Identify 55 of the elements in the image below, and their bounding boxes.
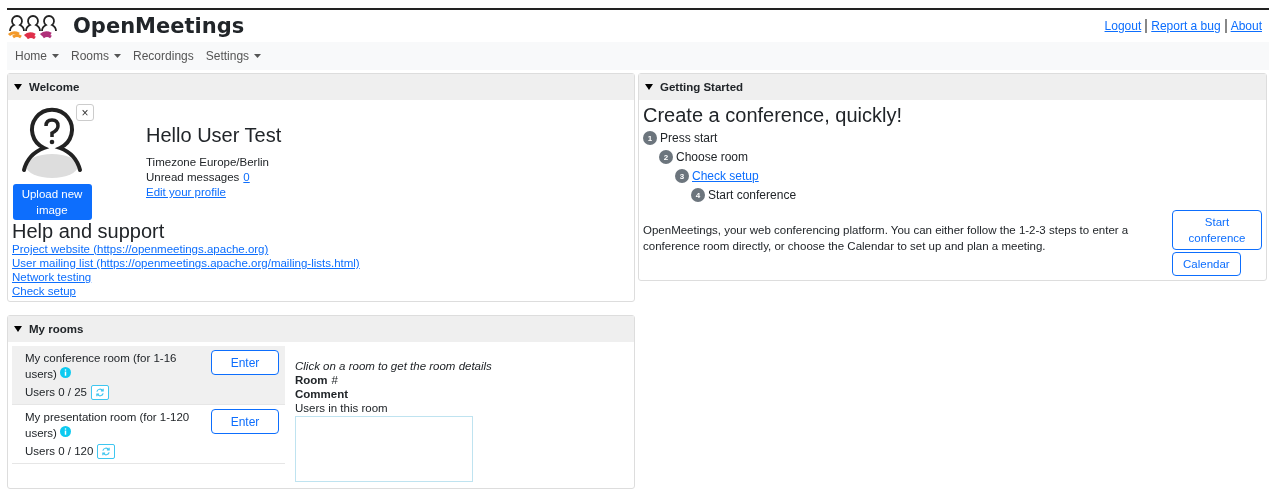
header-link[interactable]: Report a bug	[1151, 19, 1221, 33]
close-button[interactable]: ×	[76, 104, 94, 121]
menu-item[interactable]: Home	[15, 49, 59, 63]
description: OpenMeetings, your web conferencing platform. You can either follow the 1-2-3 steps to enter a conference room directly, or choose the Calendar to set up and plan a meeting.	[643, 223, 1130, 254]
step-number: 3	[675, 169, 689, 183]
step-label: Choose room	[676, 150, 749, 164]
heading: Create a conference, quickly!	[643, 104, 904, 127]
step-label: Start conference	[708, 188, 797, 202]
edit-profile-link[interactable]: Edit your profile	[146, 186, 226, 198]
unread-count[interactable]: 0	[243, 171, 250, 183]
enter-button[interactable]: Enter	[211, 409, 279, 434]
action-button[interactable]: Calendar	[1172, 252, 1241, 276]
refresh-icon	[95, 387, 105, 397]
room-name: My presentation room (for 1-120 users)	[25, 410, 191, 441]
help-heading: Help and support	[12, 220, 166, 243]
unread-label: Unread messages	[146, 171, 240, 183]
action-button[interactable]: Start conference	[1172, 210, 1262, 250]
timezone-text: Timezone Europe/Berlin	[146, 156, 270, 168]
menu-item[interactable]: Settings	[205, 49, 262, 63]
panel-title: My rooms	[29, 323, 84, 335]
room-name: My conference room (for 1-16 users)	[25, 351, 178, 382]
room-label: Room	[295, 374, 328, 386]
help-link[interactable]: Project website (https://openmeetings.apache.org)	[12, 243, 269, 255]
details-hint: Click on a room to get the room details	[295, 360, 493, 372]
step-link[interactable]: Check setup	[692, 169, 759, 183]
room-number: #	[331, 374, 338, 386]
collapse-icon[interactable]	[14, 326, 22, 332]
collapse-icon[interactable]	[14, 84, 22, 90]
header-link[interactable]: About	[1230, 19, 1262, 33]
logo-icon	[7, 13, 57, 39]
enter-button[interactable]: Enter	[211, 350, 279, 375]
comment-label: Comment	[295, 388, 350, 400]
collapse-icon[interactable]	[645, 84, 653, 90]
help-link[interactable]: User mailing list (https://openmeetings.apache.org/mailing-lists.html)	[12, 257, 360, 269]
upload-button[interactable]: Upload new image	[12, 184, 92, 220]
info-icon	[60, 426, 72, 437]
help-link[interactable]: Network testing	[12, 271, 92, 283]
step-label: Press start	[660, 131, 718, 145]
step-number: 1	[643, 131, 657, 145]
room-item[interactable]: My conference room (for 1-16 users) Users 0 / 25 Enter	[12, 346, 285, 405]
menu-item[interactable]: Rooms	[71, 49, 122, 63]
refresh-icon	[101, 446, 112, 456]
step-number: 2	[659, 150, 673, 164]
info-icon	[60, 367, 72, 378]
step-number: 4	[691, 188, 705, 202]
menu-item[interactable]: Recordings	[133, 49, 194, 63]
greeting: Hello User Test	[146, 124, 282, 147]
room-users: Users 0 / 120	[25, 444, 94, 459]
help-link[interactable]: Check setup	[12, 285, 76, 297]
panel-title: Getting Started	[660, 81, 744, 93]
users-label: Users in this room	[295, 402, 389, 414]
room-users: Users 0 / 25	[25, 385, 87, 400]
header-link[interactable]: Logout	[1104, 19, 1142, 33]
panel-title: Welcome	[29, 81, 80, 93]
app-title: OpenMeetings	[73, 14, 245, 38]
